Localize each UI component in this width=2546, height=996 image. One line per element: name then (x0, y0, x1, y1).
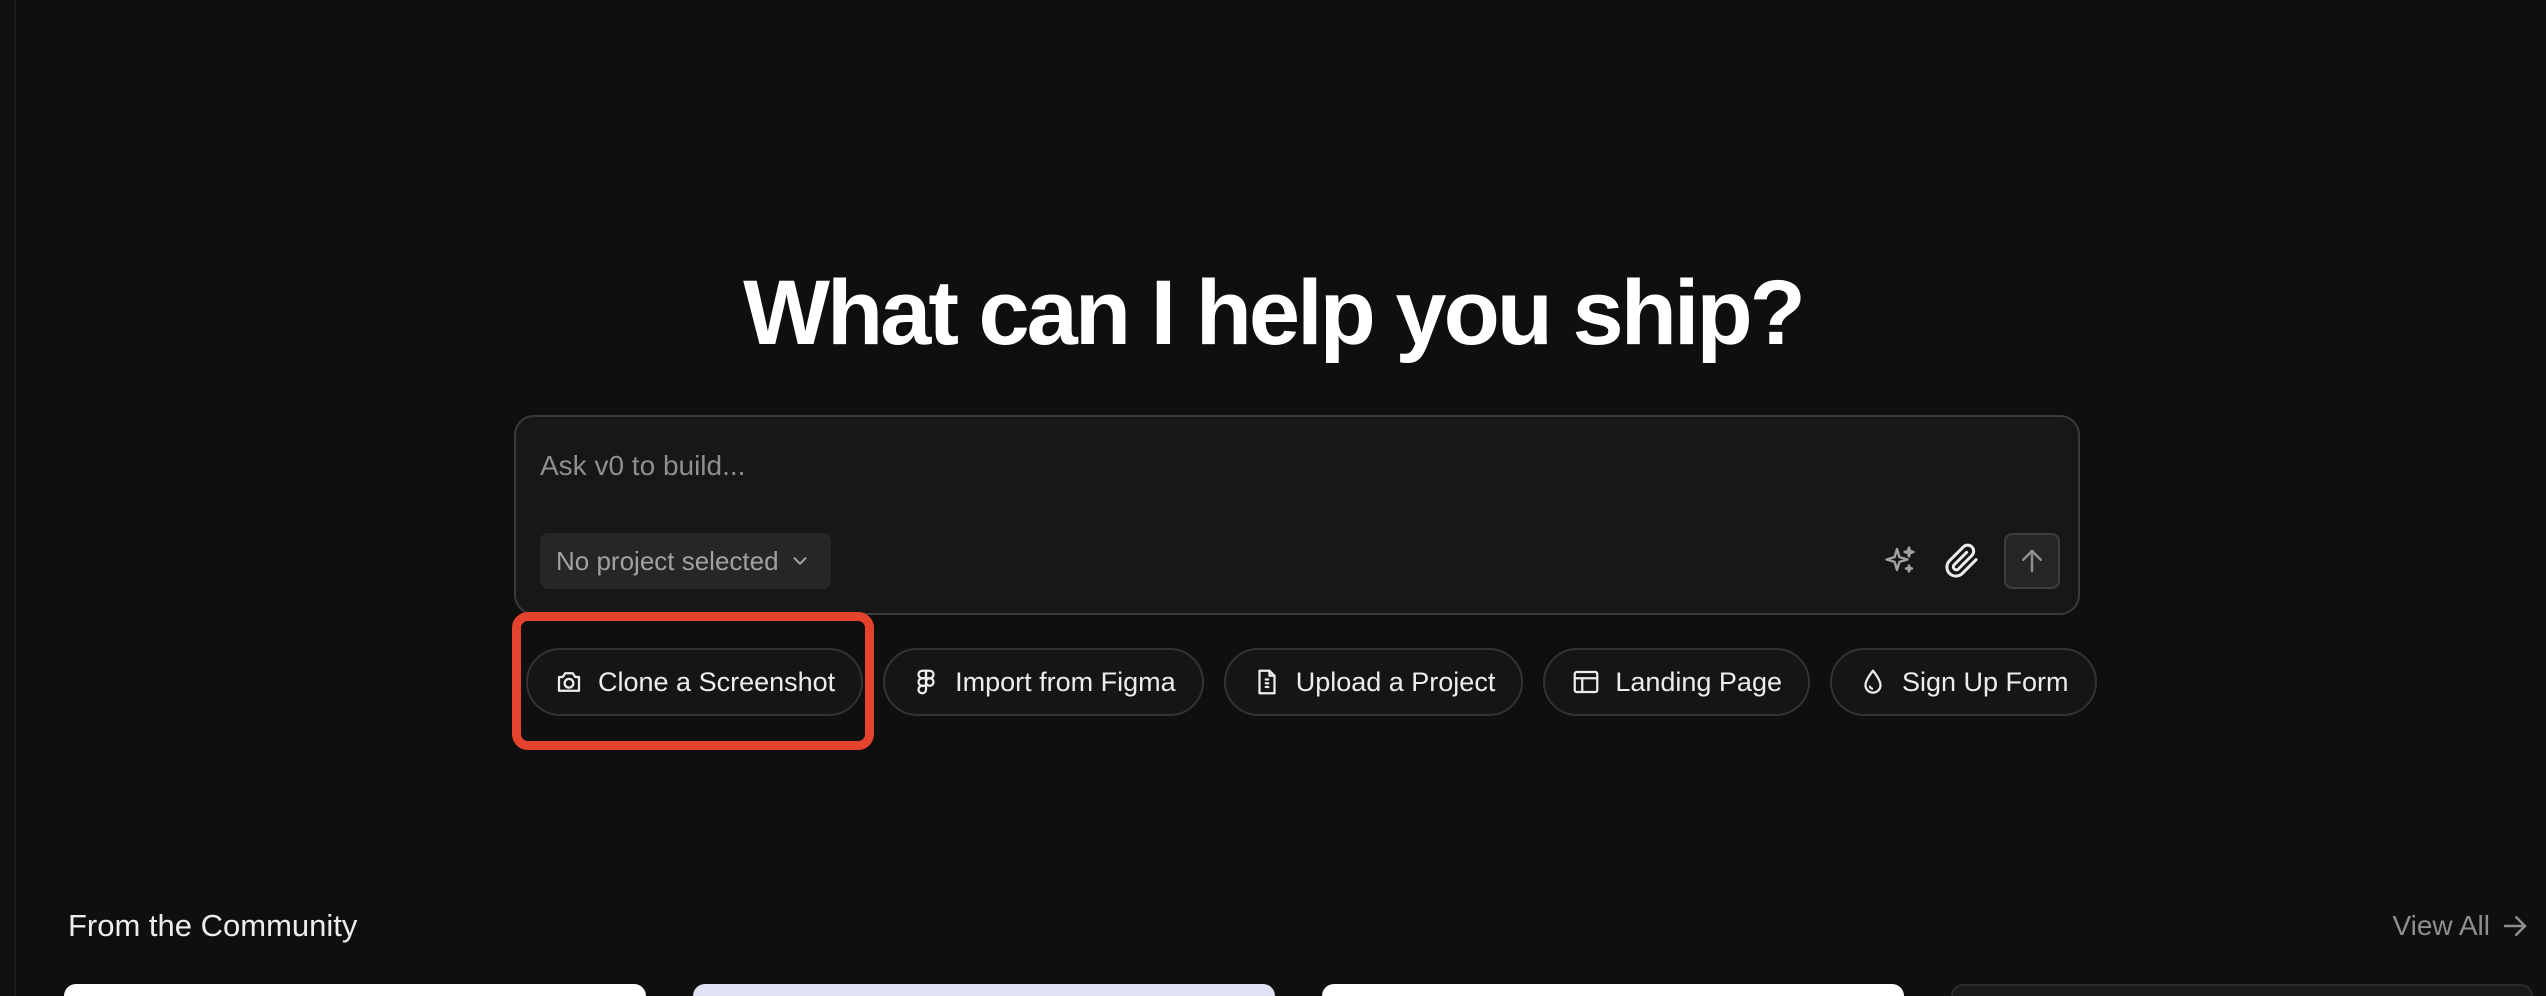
chip-label: Import from Figma (955, 666, 1176, 697)
chip-label: Sign Up Form (1901, 666, 2069, 697)
arrow-up-icon (2022, 549, 2042, 573)
camera-icon (557, 672, 581, 692)
project-select[interactable]: No project selected (540, 533, 831, 589)
send-button[interactable] (2004, 533, 2060, 589)
community-section-title: From the Community (68, 908, 358, 943)
page: What can I help you ship? No project sel… (0, 0, 2546, 996)
prompt-tools (1880, 533, 2060, 589)
droplet-icon (1864, 669, 1882, 694)
chip-sign-up-form[interactable]: Sign Up Form (1829, 648, 2097, 716)
chip-clone-screenshot[interactable]: Clone a Screenshot (526, 648, 864, 716)
arrow-right-icon (2503, 916, 2527, 936)
prompt-box: No project selected (514, 415, 2080, 615)
chip-landing-page[interactable]: Landing Page (1543, 648, 1810, 716)
paperclip-icon[interactable] (1942, 541, 1982, 581)
figma-icon (917, 669, 935, 695)
file-upload-icon (1258, 669, 1276, 695)
chevron-down-icon (793, 557, 807, 565)
view-all-label: View All (2392, 910, 2490, 941)
sparkles-icon[interactable] (1880, 541, 1920, 581)
chip-label: Landing Page (1615, 666, 1782, 697)
community-card[interactable] (693, 984, 1275, 996)
chip-label: Clone a Screenshot (598, 666, 836, 697)
page-headline: What can I help you ship? (743, 262, 1806, 364)
layout-icon (1573, 670, 1599, 694)
chip-upload-project[interactable]: Upload a Project (1223, 648, 1524, 716)
community-card[interactable] (64, 984, 646, 996)
project-select-label: No project selected (556, 545, 779, 576)
chip-label: Upload a Project (1295, 666, 1496, 697)
left-sidebar-rail (0, 0, 16, 996)
chip-import-figma[interactable]: Import from Figma (883, 648, 1204, 716)
community-card[interactable] (1322, 984, 1904, 996)
suggestion-chips: Clone a Screenshot Import from Figma Upl… (526, 648, 2097, 716)
view-all-link[interactable]: View All (2392, 910, 2530, 942)
community-card[interactable] (1951, 984, 2533, 996)
prompt-input[interactable] (538, 443, 2042, 489)
